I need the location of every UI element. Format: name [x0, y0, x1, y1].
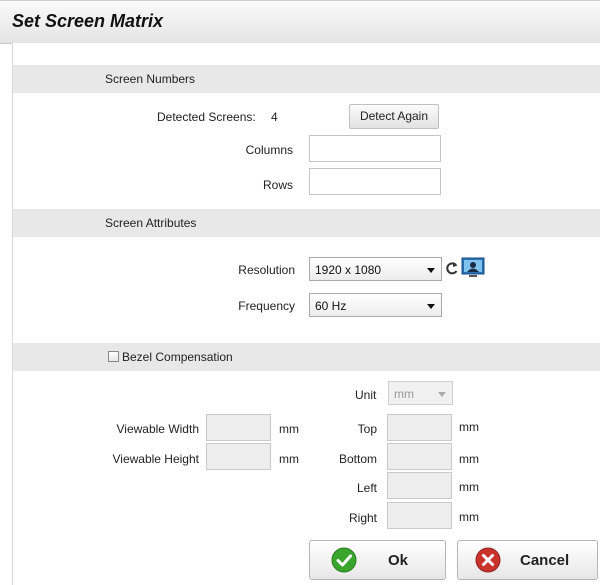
screen-numbers-heading: Screen Numbers [105, 72, 196, 86]
resolution-value: 1920 x 1080 [315, 263, 382, 277]
chevron-down-icon [438, 392, 446, 397]
viewable-height-input[interactable] [206, 443, 271, 470]
viewable-height-unit: mm [279, 452, 299, 466]
ok-label: Ok [388, 552, 409, 569]
unit-value: mm [394, 387, 414, 401]
left-unit: mm [459, 480, 479, 494]
unit-select[interactable]: mm [388, 381, 453, 405]
chevron-down-icon [427, 304, 435, 309]
right-label: Right [348, 511, 377, 525]
rows-input[interactable] [309, 168, 441, 195]
left-label: Left [356, 481, 377, 495]
columns-input[interactable] [309, 135, 441, 162]
detected-screens-label: Detected Screens: [157, 110, 256, 124]
viewable-height-label: Viewable Height [112, 452, 199, 466]
screen-numbers-section-header: Screen Numbers [13, 65, 600, 93]
screen-attributes-heading: Screen Attributes [105, 216, 197, 230]
columns-label: Columns [245, 143, 293, 157]
bottom-unit: mm [459, 452, 479, 466]
cancel-button[interactable]: Cancel [457, 540, 598, 580]
detected-screens-count: 4 [271, 110, 278, 124]
top-label: Top [357, 422, 377, 436]
top-input[interactable] [387, 414, 452, 441]
cancel-label: Cancel [520, 552, 570, 569]
frequency-value: 60 Hz [315, 299, 347, 313]
rows-label: Rows [262, 178, 293, 192]
resolution-select[interactable]: 1920 x 1080 [309, 257, 442, 281]
left-input[interactable] [387, 472, 452, 499]
bezel-compensation-label: Bezel Compensation [122, 350, 233, 364]
monitor-icon[interactable] [461, 257, 485, 279]
frequency-select[interactable]: 60 Hz [309, 293, 442, 317]
unit-label: Unit [355, 388, 377, 402]
bottom-input[interactable] [387, 443, 452, 470]
x-icon [475, 547, 501, 573]
chevron-down-icon [427, 268, 435, 273]
viewable-width-label: Viewable Width [116, 422, 200, 436]
resolution-label: Resolution [238, 263, 295, 277]
right-input[interactable] [387, 502, 452, 529]
dialog-body: Screen Numbers Detected Screens: 4 Detec… [12, 43, 600, 585]
top-unit: mm [459, 420, 479, 434]
ok-button[interactable]: Ok [309, 540, 446, 580]
bezel-compensation-section-header: Bezel Compensation [13, 343, 600, 371]
viewable-width-unit: mm [279, 422, 299, 436]
set-screen-matrix-dialog: Set Screen Matrix Screen Numbers Detecte… [0, 0, 600, 585]
viewable-width-input[interactable] [206, 414, 271, 441]
screen-attributes-section-header: Screen Attributes [13, 209, 600, 237]
right-unit: mm [459, 510, 479, 524]
bezel-compensation-checkbox[interactable] [108, 351, 119, 362]
bottom-label: Bottom [338, 452, 377, 466]
check-icon [331, 547, 357, 573]
dialog-titlebar: Set Screen Matrix [0, 1, 600, 44]
dialog-title: Set Screen Matrix [12, 11, 164, 31]
frequency-label: Frequency [238, 299, 295, 313]
detect-again-button[interactable]: Detect Again [349, 104, 439, 129]
refresh-icon[interactable] [445, 257, 459, 279]
